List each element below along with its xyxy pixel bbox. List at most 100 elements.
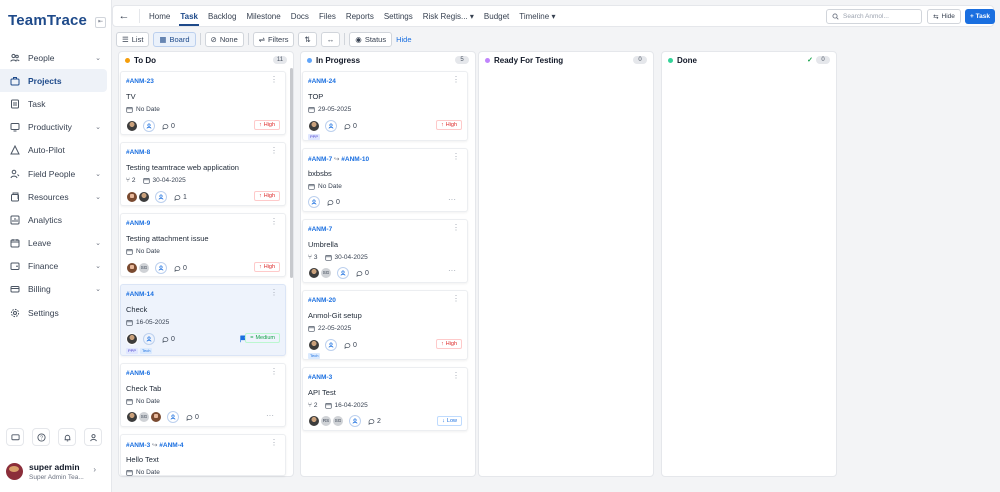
more-options-icon[interactable]: ⋮ (270, 439, 278, 447)
search-input[interactable]: Search Anmol... (826, 9, 922, 24)
task-card[interactable]: #ANM-20 ⋮ Anmol-Git setup 22-05-2025 0 ↑… (302, 290, 468, 360)
group-none-button[interactable]: ⊘ None (204, 31, 244, 47)
sidebar-item-analytics[interactable]: Analytics (0, 208, 107, 231)
comments-count[interactable]: 0 (174, 265, 187, 272)
tag[interactable]: PPP (308, 134, 321, 140)
sidebar-item-projects[interactable]: Projects (0, 69, 107, 93)
sidebar-toggle-icon[interactable]: ⇤ (95, 17, 106, 28)
assign-user-icon[interactable] (325, 339, 337, 351)
avatar[interactable] (126, 262, 138, 274)
priority-badge[interactable]: ↓ Low (437, 416, 462, 426)
expand-button[interactable]: ↔ (320, 31, 341, 47)
more-options-icon[interactable]: ⋮ (452, 224, 460, 232)
more-options-icon[interactable]: ⋮ (270, 218, 278, 226)
avatar[interactable]: SG (320, 267, 332, 279)
avatar[interactable]: SG (138, 262, 150, 274)
avatar[interactable] (150, 411, 162, 423)
sidebar-item-finance[interactable]: Finance ⌄ (0, 255, 107, 278)
avatar[interactable] (126, 120, 138, 132)
avatar[interactable] (126, 333, 138, 345)
sidebar-item-productivity[interactable]: Productivity ⌄ (0, 116, 107, 139)
avatar[interactable] (126, 191, 138, 203)
task-card[interactable]: #ANM-6 ⋮ Check Tab No Date SG 0 ··· (120, 363, 286, 427)
column-scrollbar[interactable] (290, 68, 293, 278)
avatar[interactable] (308, 339, 320, 351)
assign-user-icon[interactable] (143, 333, 155, 345)
priority-badge[interactable]: ↑ High (253, 191, 280, 201)
task-id[interactable]: #ANM-9 (126, 220, 150, 227)
priority-empty-icon[interactable]: ··· (444, 194, 460, 204)
priority-badge[interactable]: ↑ High (253, 262, 280, 272)
more-options-icon[interactable]: ⋮ (452, 295, 460, 303)
filters-button[interactable]: ⇌ Filters (252, 31, 295, 47)
sidebar-item-settings[interactable]: Settings (0, 301, 107, 324)
task-id[interactable]: #ANM-23 (126, 78, 154, 85)
add-task-button[interactable]: + Task (965, 9, 995, 24)
comments-count[interactable]: 0 (344, 123, 357, 130)
priority-empty-icon[interactable]: ··· (444, 265, 460, 275)
tab-home[interactable]: Home (144, 6, 175, 26)
bell-icon[interactable] (58, 428, 76, 446)
task-card[interactable]: #ANM-7 ⋮ Umbrella ⑂ 3 30-04-2025 SG 0 ··· (302, 219, 468, 283)
status-button[interactable]: ◉ Status (349, 31, 393, 47)
priority-badge[interactable]: ↑ High (435, 339, 462, 349)
task-id[interactable]: #ANM-3 (308, 374, 332, 381)
assign-user-icon[interactable] (325, 120, 337, 132)
assign-user-icon[interactable] (308, 196, 320, 208)
avatar[interactable]: SG (138, 411, 150, 423)
comments-count[interactable]: 0 (327, 199, 340, 206)
task-id-chain[interactable]: #ANM-3 ↪ #ANM-4 (126, 441, 183, 449)
assign-user-icon[interactable] (349, 415, 361, 427)
task-id[interactable]: #ANM-6 (126, 370, 150, 377)
sidebar-item-leave[interactable]: Leave ⌄ (0, 232, 107, 255)
more-options-icon[interactable]: ⋮ (270, 368, 278, 376)
task-card[interactable]: #ANM-3 ⋮ API Test ⑂ 2 16-04-2025 RS SG 2 … (302, 367, 468, 431)
comments-count[interactable]: 0 (162, 123, 175, 130)
tab-budget[interactable]: Budget (479, 6, 514, 26)
tab-risk-register[interactable]: Risk Regis... ▾ (418, 6, 479, 26)
task-card[interactable]: #ANM-24 ⋮ TOP 29-05-2025 0 ↑ High PPP (302, 71, 468, 141)
task-card[interactable]: #ANM-3 ↪ #ANM-4 ⋮ Hello Text No Date (120, 434, 286, 476)
tag[interactable]: PPP (126, 348, 139, 354)
assign-user-icon[interactable] (337, 267, 349, 279)
sort-button[interactable]: ⇅ (298, 31, 317, 47)
task-card[interactable]: #ANM-8 ⋮ Testing teamtrace web applicati… (120, 142, 286, 206)
more-options-icon[interactable]: ⋮ (452, 372, 460, 380)
comments-count[interactable]: 0 (162, 336, 175, 343)
user-menu[interactable]: super admin Super Admin Tea... › (6, 457, 108, 485)
task-card[interactable]: #ANM-14 ⋮ Check 16-05-2025 0 = Medium PPP… (120, 284, 286, 356)
comments-count[interactable]: 0 (356, 270, 369, 277)
sidebar-item-billing[interactable]: Billing ⌄ (0, 278, 107, 301)
sidebar-item-resources[interactable]: Resources ⌄ (0, 185, 107, 208)
task-id[interactable]: #ANM-7 (308, 226, 332, 233)
tag[interactable]: Tech (140, 348, 153, 354)
tab-reports[interactable]: Reports (341, 6, 379, 26)
list-view-button[interactable]: ☰ List (116, 31, 150, 47)
comments-count[interactable]: 0 (186, 414, 199, 421)
task-card[interactable]: #ANM-9 ⋮ Testing attachment issue No Dat… (120, 213, 286, 277)
priority-badge[interactable]: ↑ High (435, 120, 462, 130)
sidebar-item-people[interactable]: People ⌄ (0, 46, 107, 69)
help-icon[interactable]: ? (32, 428, 50, 446)
assign-user-icon[interactable] (155, 262, 167, 274)
avatar[interactable] (138, 191, 150, 203)
tab-docs[interactable]: Docs (286, 6, 314, 26)
tab-backlog[interactable]: Backlog (203, 6, 241, 26)
priority-empty-icon[interactable]: ··· (262, 410, 278, 420)
task-id[interactable]: #ANM-8 (126, 149, 150, 156)
sidebar-item-field-people[interactable]: Field People ⌄ (0, 162, 107, 185)
tab-milestone[interactable]: Milestone (241, 6, 285, 26)
tab-settings[interactable]: Settings (379, 6, 418, 26)
app-logo[interactable]: TeamTrace (8, 12, 87, 29)
avatar[interactable] (126, 411, 138, 423)
tab-task[interactable]: Task (175, 6, 203, 26)
task-id[interactable]: #ANM-20 (308, 297, 336, 304)
screen-icon[interactable] (6, 428, 24, 446)
task-card[interactable]: #ANM-23 ⋮ TV No Date 0 ↑ High (120, 71, 286, 135)
more-options-icon[interactable]: ⋮ (270, 147, 278, 155)
task-id[interactable]: #ANM-24 (308, 78, 336, 85)
more-options-icon[interactable]: ⋮ (452, 76, 460, 84)
comments-count[interactable]: 1 (174, 194, 187, 201)
avatar[interactable] (308, 120, 320, 132)
hide-link[interactable]: Hide (396, 35, 411, 44)
